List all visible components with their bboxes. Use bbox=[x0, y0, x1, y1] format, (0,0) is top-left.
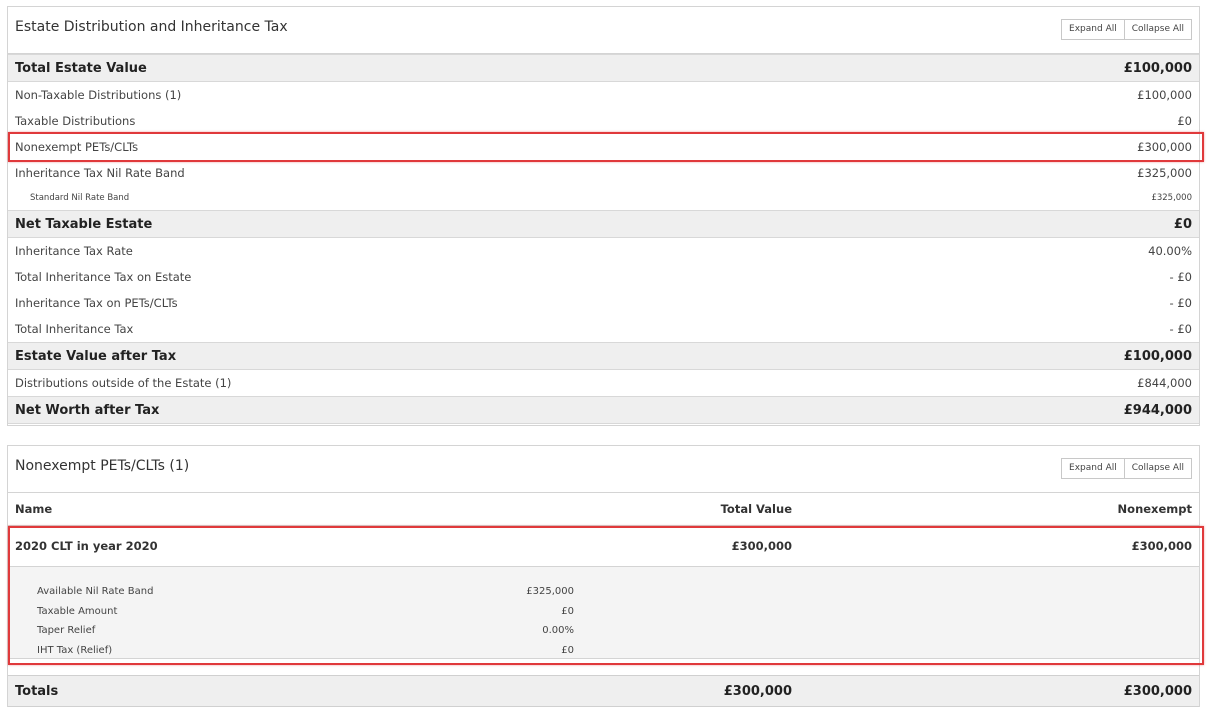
row-value: £100,000 bbox=[1123, 60, 1192, 76]
item-name: 2020 CLT in year 2020 bbox=[15, 539, 158, 553]
detail-label: IHT Tax (Relief) bbox=[37, 644, 113, 656]
row-label: Nonexempt PETs/CLTs bbox=[15, 140, 139, 154]
detail-value: £0 bbox=[561, 644, 574, 656]
row-value: - £0 bbox=[1169, 322, 1192, 336]
summary-row-net-taxable-estate: Net Taxable Estate £0 bbox=[8, 210, 1199, 238]
summary-row-total-estate-value: Total Estate Value £100,000 bbox=[8, 54, 1199, 82]
column-header-nonexempt[interactable]: Nonexempt bbox=[1118, 493, 1192, 525]
totals-nonexempt-value: £300,000 bbox=[1123, 683, 1192, 699]
pets-table-header: Name Total Value Nonexempt bbox=[8, 493, 1199, 526]
row-value: £300,000 bbox=[1137, 140, 1192, 154]
pets-collapse-all-button[interactable]: Collapse All bbox=[1124, 458, 1192, 479]
row-label: Standard Nil Rate Band bbox=[30, 193, 130, 203]
detail-label: Available Nil Rate Band bbox=[37, 586, 154, 597]
row-label: Inheritance Tax Rate bbox=[15, 244, 133, 258]
row-label: Distributions outside of the Estate (1) bbox=[15, 376, 232, 390]
detail-row-available-nil-rate-band: Available Nil Rate Band £325,000 bbox=[8, 582, 1199, 602]
row-label: Total Inheritance Tax bbox=[15, 322, 134, 336]
item-nonexempt-value: £300,000 bbox=[1131, 539, 1192, 553]
pets-expand-all-button[interactable]: Expand All bbox=[1061, 458, 1125, 479]
item-detail-panel: Available Nil Rate Band £325,000 Taxable… bbox=[8, 567, 1199, 659]
row-label: Inheritance Tax Nil Rate Band bbox=[15, 166, 185, 180]
row-label: Total Inheritance Tax on Estate bbox=[15, 270, 192, 284]
row-value: £325,000 bbox=[1151, 193, 1192, 203]
summary-row-total-iht: Total Inheritance Tax - £0 bbox=[8, 316, 1199, 342]
summary-row-net-worth-after-tax: Net Worth after Tax £944,000 bbox=[8, 396, 1199, 424]
expand-all-button[interactable]: Expand All bbox=[1061, 19, 1125, 40]
row-label: Taxable Distributions bbox=[15, 114, 136, 128]
row-value: £100,000 bbox=[1137, 88, 1192, 102]
estate-panel-header: Estate Distribution and Inheritance Tax … bbox=[8, 7, 1199, 54]
row-label: Estate Value after Tax bbox=[15, 348, 177, 364]
totals-total-value: £300,000 bbox=[723, 683, 792, 699]
estate-distribution-panel: Estate Distribution and Inheritance Tax … bbox=[7, 6, 1200, 426]
row-label: Non-Taxable Distributions (1) bbox=[15, 88, 182, 102]
row-value: 40.00% bbox=[1148, 244, 1192, 258]
summary-row-iht-on-pets-clts: Inheritance Tax on PETs/CLTs - £0 bbox=[8, 290, 1199, 316]
collapse-all-button[interactable]: Collapse All bbox=[1124, 19, 1192, 40]
estate-panel-title: Estate Distribution and Inheritance Tax bbox=[15, 19, 288, 35]
detail-value: £0 bbox=[561, 605, 574, 617]
detail-row-iht-tax-relief: IHT Tax (Relief) £0 bbox=[8, 641, 1199, 661]
detail-row-taxable-amount: Taxable Amount £0 bbox=[8, 602, 1199, 622]
totals-row: Totals £300,000 £300,000 bbox=[8, 675, 1199, 707]
row-value: £944,000 bbox=[1123, 402, 1192, 418]
row-label: Inheritance Tax on PETs/CLTs bbox=[15, 296, 178, 310]
detail-label: Taper Relief bbox=[37, 625, 96, 636]
summary-row-nonexempt-pets-clts[interactable]: Nonexempt PETs/CLTs £300,000 bbox=[8, 134, 1199, 160]
row-label: Net Worth after Tax bbox=[15, 402, 160, 418]
row-label: Total Estate Value bbox=[15, 60, 147, 76]
detail-value: 0.00% bbox=[542, 625, 574, 636]
column-header-total-value[interactable]: Total Value bbox=[721, 493, 792, 525]
column-header-name[interactable]: Name bbox=[15, 493, 52, 525]
table-row[interactable]: 2020 CLT in year 2020 £300,000 £300,000 bbox=[8, 526, 1199, 567]
summary-row-standard-nil-rate-band: Standard Nil Rate Band £325,000 bbox=[8, 186, 1199, 210]
estate-expand-collapse-group: Expand All Collapse All bbox=[1061, 19, 1192, 40]
summary-row-iht-nil-rate-band: Inheritance Tax Nil Rate Band £325,000 bbox=[8, 160, 1199, 186]
totals-label: Totals bbox=[15, 683, 59, 699]
item-total-value: £300,000 bbox=[731, 539, 792, 553]
row-value: £844,000 bbox=[1137, 376, 1192, 390]
row-label: Net Taxable Estate bbox=[15, 216, 153, 232]
summary-row-iht-rate: Inheritance Tax Rate 40.00% bbox=[8, 238, 1199, 264]
pets-panel-title: Nonexempt PETs/CLTs (1) bbox=[15, 458, 190, 474]
row-value: £100,000 bbox=[1123, 348, 1192, 364]
summary-row-total-iht-on-estate: Total Inheritance Tax on Estate - £0 bbox=[8, 264, 1199, 290]
nonexempt-pets-panel: Nonexempt PETs/CLTs (1) Expand All Colla… bbox=[7, 445, 1200, 707]
detail-label: Taxable Amount bbox=[37, 605, 118, 617]
pets-expand-collapse-group: Expand All Collapse All bbox=[1061, 458, 1192, 479]
row-value: £0 bbox=[1177, 114, 1192, 128]
summary-row-distributions-outside-estate[interactable]: Distributions outside of the Estate (1) … bbox=[8, 370, 1199, 396]
row-value: £0 bbox=[1173, 216, 1192, 232]
summary-row-non-taxable-distributions[interactable]: Non-Taxable Distributions (1) £100,000 bbox=[8, 82, 1199, 108]
summary-row-estate-value-after-tax: Estate Value after Tax £100,000 bbox=[8, 342, 1199, 370]
row-value: £325,000 bbox=[1137, 166, 1192, 180]
pets-panel-header: Nonexempt PETs/CLTs (1) Expand All Colla… bbox=[8, 446, 1199, 493]
detail-row-taper-relief: Taper Relief 0.00% bbox=[8, 621, 1199, 641]
row-value: - £0 bbox=[1169, 270, 1192, 284]
row-value: - £0 bbox=[1169, 296, 1192, 310]
detail-value: £325,000 bbox=[526, 586, 574, 597]
summary-row-taxable-distributions: Taxable Distributions £0 bbox=[8, 108, 1199, 134]
